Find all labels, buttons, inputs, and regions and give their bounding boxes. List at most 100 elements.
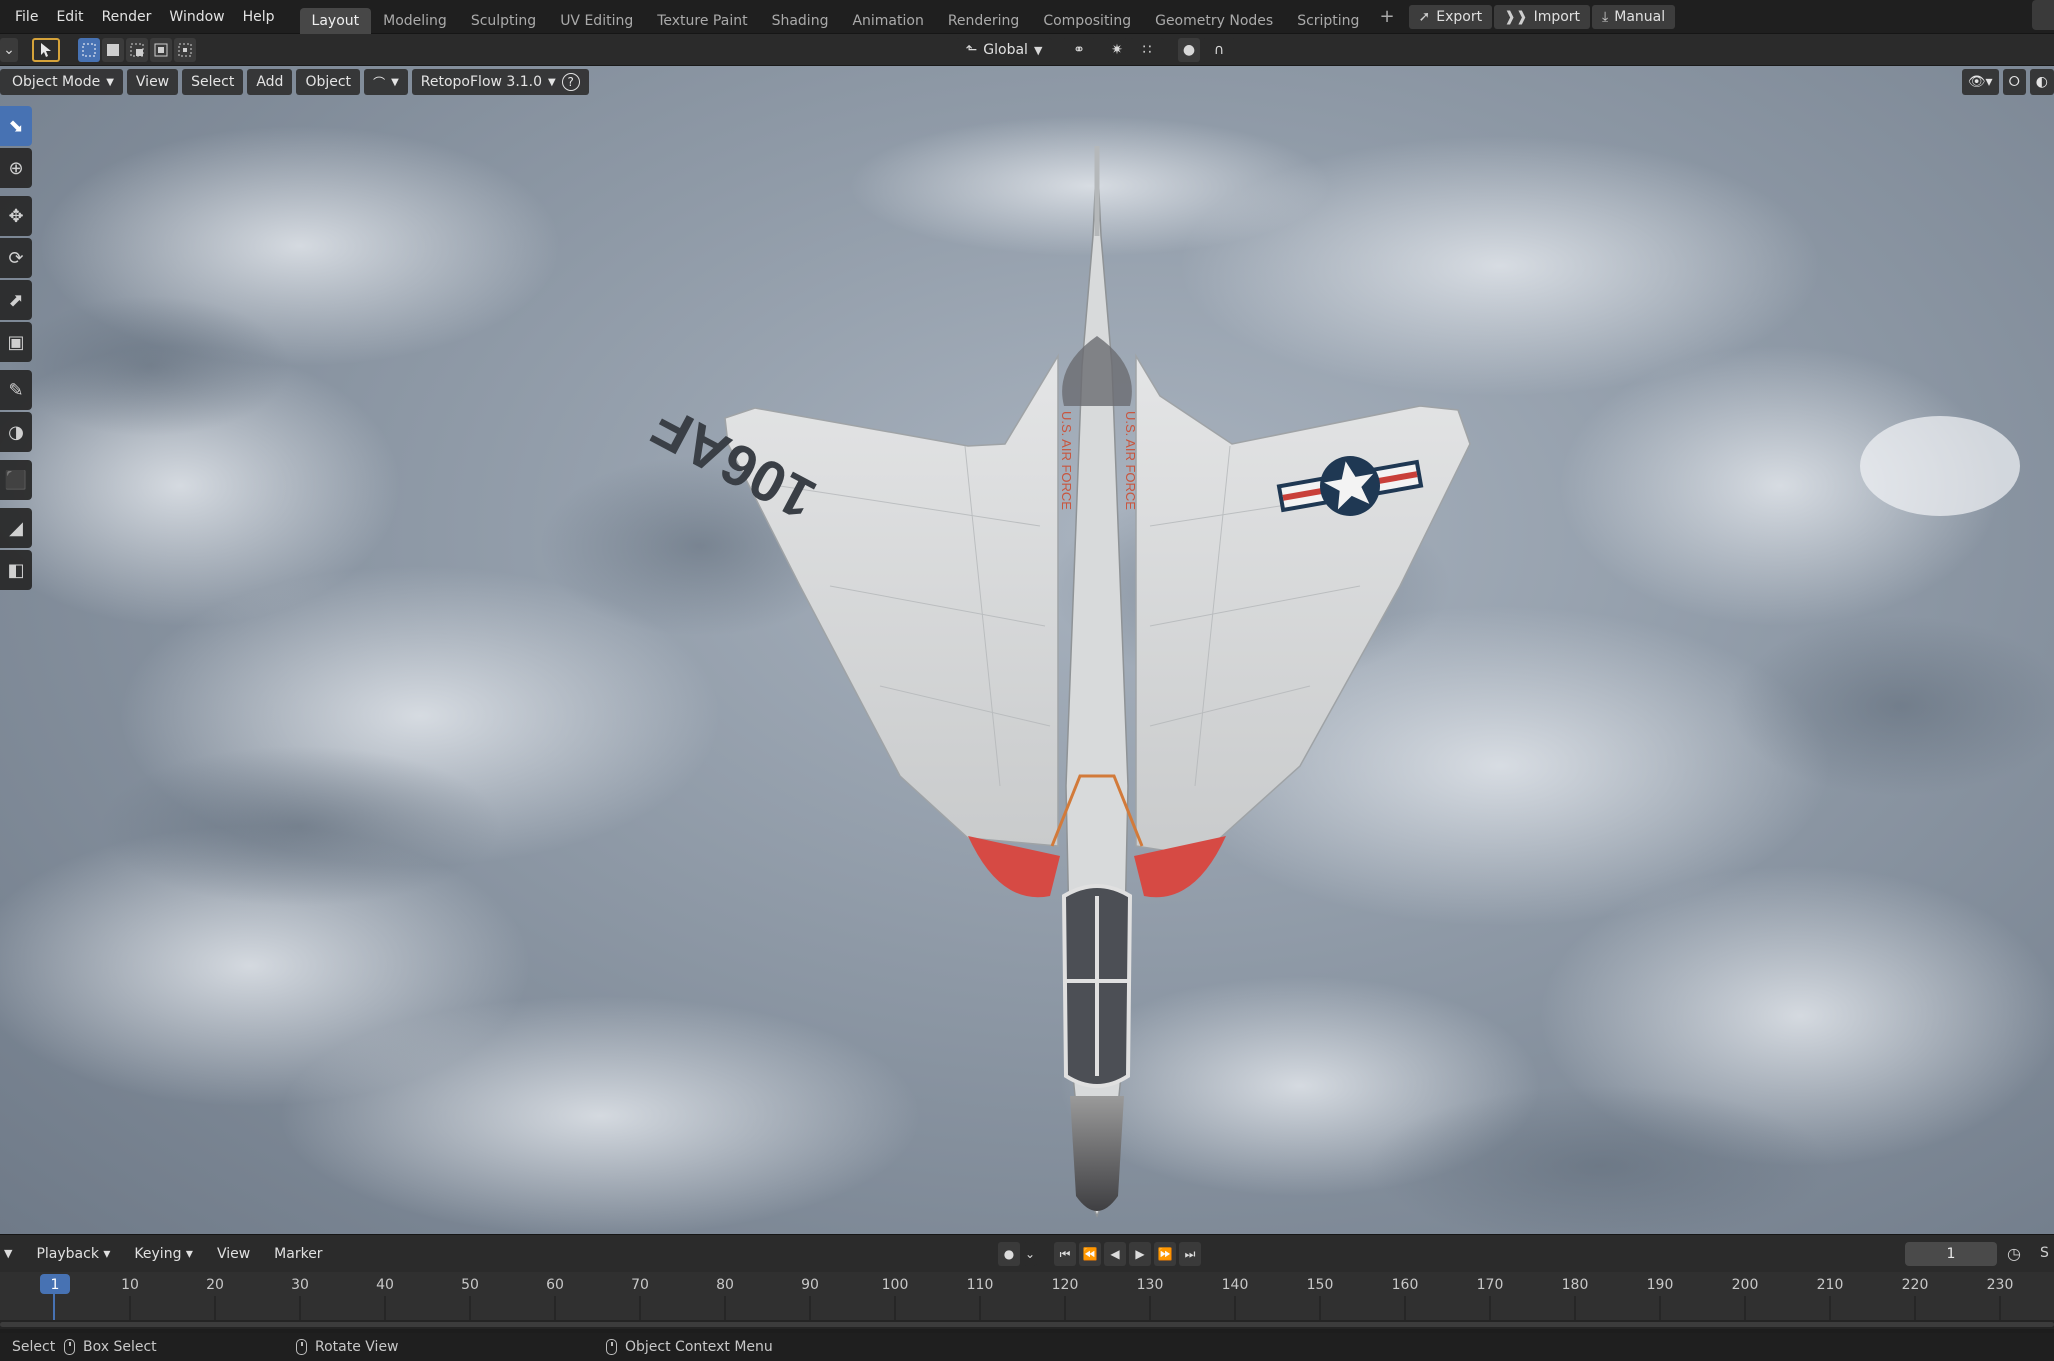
- transform-orientation-dropdown[interactable]: ⬑ Global ▼: [956, 38, 1052, 62]
- status-select-label: Select: [12, 1339, 56, 1355]
- menu-file[interactable]: File: [6, 0, 47, 34]
- retopoflow-dropdown[interactable]: RetopoFlow 3.1.0 ▼ ?: [411, 69, 589, 95]
- ruler-frame-label: 160: [1392, 1277, 1419, 1293]
- frame-ruler: 10 20 30 40 50 60 70 80 90 100 110 120 130 140 150 160 1…: [40, 1274, 2013, 1320]
- export-button[interactable]: ➚ Export: [1408, 4, 1493, 29]
- falloff-curve-icon[interactable]: ∩: [1202, 38, 1236, 62]
- ruler-frame-label: 80: [716, 1277, 734, 1293]
- record-icon[interactable]: ●: [998, 1242, 1020, 1266]
- cursor-tool-icon[interactable]: ⊕: [0, 148, 32, 188]
- scale-tool-icon[interactable]: ⬈: [0, 280, 32, 320]
- tool-dropdown-chevron-icon[interactable]: ⌄: [0, 38, 18, 62]
- annotate-tool-icon[interactable]: ✎: [0, 370, 32, 410]
- rotate-tool-icon[interactable]: ⟳: [0, 238, 32, 278]
- status-select: Select: [12, 1339, 55, 1355]
- marker-menu[interactable]: Marker: [264, 1246, 332, 1262]
- select-tool-icon[interactable]: [32, 38, 60, 62]
- select-box-tool-icon[interactable]: ⬊: [0, 106, 32, 146]
- start-frame-label-icon[interactable]: S: [2040, 1245, 2049, 1261]
- scrollbar-thumb[interactable]: [0, 1322, 2054, 1327]
- view-menu[interactable]: View: [126, 69, 179, 95]
- selection-mode-new-icon[interactable]: [78, 38, 100, 62]
- tab-rendering[interactable]: Rendering: [936, 8, 1032, 34]
- next-keyframe-icon[interactable]: ⏩: [1154, 1242, 1176, 1266]
- status-box-select: Box Select: [64, 1339, 157, 1355]
- retopoflow-label: RetopoFlow 3.1.0: [420, 74, 543, 90]
- status-box-select-label: Box Select: [83, 1339, 157, 1355]
- tab-shading[interactable]: Shading: [760, 8, 841, 34]
- 3d-viewport[interactable]: 106AF U.S. AIR FORCE U.S. AIR FORCE Obje…: [0, 66, 2054, 1234]
- status-bar: Select Box Select Rotate View Object Con…: [0, 1333, 2054, 1361]
- measure-tool-icon[interactable]: ◑: [0, 412, 32, 452]
- keying-menu[interactable]: Keying ▾: [124, 1246, 203, 1262]
- ruler-frame-label: 60: [546, 1277, 564, 1293]
- mode-dropdown[interactable]: Object Mode ▼: [0, 69, 123, 95]
- tab-layout[interactable]: Layout: [299, 7, 372, 34]
- menu-window[interactable]: Window: [160, 0, 233, 34]
- add-cube-tool-icon[interactable]: ⬛: [0, 460, 32, 500]
- transform-tool-icon[interactable]: ▣: [0, 322, 32, 362]
- ruler-frame-label: 140: [1222, 1277, 1249, 1293]
- menu-help[interactable]: Help: [234, 0, 284, 34]
- top-bar: File Edit Render Window Help Layout Mode…: [0, 0, 2054, 34]
- import-button[interactable]: ❱❱ Import: [1494, 4, 1591, 29]
- selection-mode-intersect-icon[interactable]: [174, 38, 196, 62]
- image-tool-icon[interactable]: ◧: [0, 550, 32, 590]
- playback-controls: ● ⌄ ⏮ ⏪ ◀ ▶ ⏩ ⏭: [998, 1242, 1201, 1266]
- scene-selector-icon[interactable]: [2032, 0, 2054, 30]
- overlay-toggle-icon[interactable]: ◐: [2029, 69, 2054, 95]
- tab-compositing[interactable]: Compositing: [1031, 8, 1143, 34]
- status-context-menu-label: Object Context Menu: [625, 1339, 773, 1355]
- aircraft-side-text-right: U.S. AIR FORCE: [1123, 411, 1138, 510]
- ruler-frame-label: 70: [631, 1277, 649, 1293]
- tab-scripting[interactable]: Scripting: [1285, 8, 1371, 34]
- gizmo-toggle-icon[interactable]: ⭘: [2002, 69, 2026, 95]
- playback-menu[interactable]: Playback ▾: [26, 1246, 120, 1262]
- ruler-frame-label: 100: [882, 1277, 909, 1293]
- selection-mode-extend-icon[interactable]: [102, 38, 124, 62]
- clock-icon[interactable]: ◷: [2007, 1244, 2021, 1263]
- tab-uv-editing[interactable]: UV Editing: [548, 8, 645, 34]
- manual-button[interactable]: ⤓ Manual: [1592, 4, 1676, 29]
- object-menu[interactable]: Object: [296, 69, 361, 95]
- curve-icon: ⌒: [373, 75, 386, 90]
- selection-mode-subtract-icon[interactable]: [126, 38, 148, 62]
- chevron-down-icon: ▼: [1033, 43, 1043, 57]
- tab-animation[interactable]: Animation: [840, 8, 935, 34]
- tab-texture-paint[interactable]: Texture Paint: [645, 8, 759, 34]
- tool-shelf: ⬊ ⊕ ✥ ⟳ ⬈ ▣ ✎ ◑ ⬛ ◢ ◧: [0, 106, 32, 590]
- add-menu[interactable]: Add: [247, 69, 293, 95]
- add-workspace-button[interactable]: +: [1371, 0, 1402, 34]
- play-reverse-icon[interactable]: ◀: [1104, 1242, 1126, 1266]
- ruler-frame-label: 150: [1307, 1277, 1334, 1293]
- move-tool-icon[interactable]: ✥: [0, 196, 32, 236]
- help-icon[interactable]: ?: [561, 73, 580, 91]
- menu-edit[interactable]: Edit: [47, 0, 92, 34]
- viewport-header: Object Mode ▼ View Select Add Object ⌒ ▼…: [0, 68, 589, 96]
- ruler-frame-label: 20: [206, 1277, 224, 1293]
- gpencil-dropdown[interactable]: ⌒ ▼: [364, 69, 408, 95]
- selection-mode-invert-icon[interactable]: [150, 38, 172, 62]
- retopoflow-tool-icon[interactable]: ◢: [0, 508, 32, 548]
- timeline-ruler[interactable]: 10 20 30 40 50 60 70 80 90 100 110 120 130 140 150 160 1…: [0, 1272, 2054, 1320]
- select-menu[interactable]: Select: [182, 69, 244, 95]
- timeline-view-menu[interactable]: View: [207, 1246, 260, 1262]
- tab-modeling[interactable]: Modeling: [371, 8, 459, 34]
- chevron-down-icon[interactable]: ⌄: [1023, 1242, 1037, 1266]
- current-frame-field[interactable]: 1: [1905, 1242, 1997, 1266]
- tab-sculpting[interactable]: Sculpting: [459, 8, 548, 34]
- timeline-scrollbar[interactable]: [0, 1320, 2054, 1329]
- editor-type-chevron-icon[interactable]: ▼: [4, 1247, 12, 1260]
- jump-end-icon[interactable]: ⏭: [1179, 1242, 1201, 1266]
- snap-target-icon[interactable]: ∷: [1130, 38, 1164, 62]
- proportional-edit-icon[interactable]: ●: [1178, 38, 1200, 62]
- tab-geometry-nodes[interactable]: Geometry Nodes: [1143, 8, 1285, 34]
- snap-toggle-icon[interactable]: ✷: [1106, 38, 1128, 62]
- prev-keyframe-icon[interactable]: ⏪: [1079, 1242, 1101, 1266]
- chevron-down-icon: ▼: [106, 76, 114, 88]
- jump-start-icon[interactable]: ⏮: [1054, 1242, 1076, 1266]
- menu-render[interactable]: Render: [93, 0, 161, 34]
- play-icon[interactable]: ▶: [1129, 1242, 1151, 1266]
- visibility-eye-icon[interactable]: 👁▾: [1961, 69, 1999, 95]
- pivot-point-icon[interactable]: ⚭: [1062, 38, 1096, 62]
